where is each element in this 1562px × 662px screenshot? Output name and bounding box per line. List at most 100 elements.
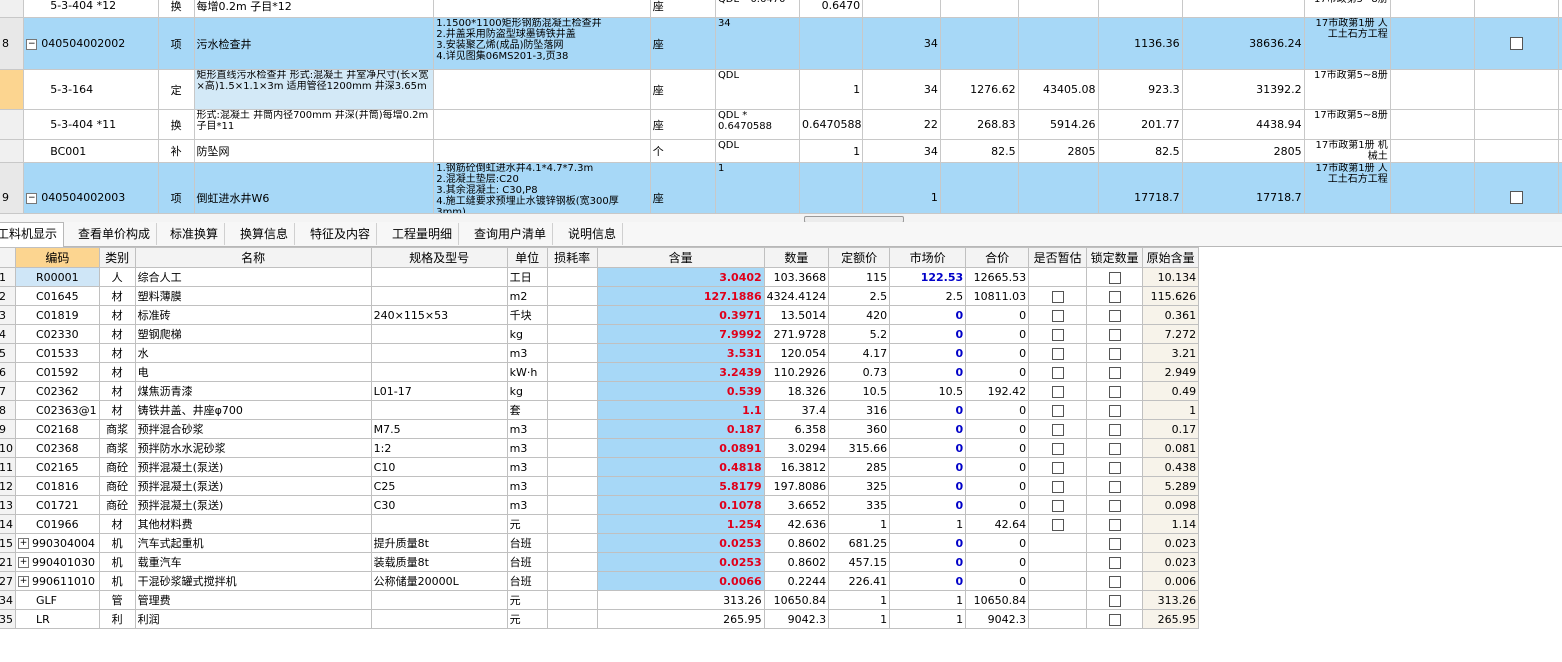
tab-6[interactable]: 工程量明细 [386, 223, 460, 245]
tab-3[interactable]: 标准换算 [164, 223, 226, 245]
tab-8[interactable]: 说明信息 [562, 223, 624, 245]
content-qty[interactable]: 7.9992 [596, 324, 765, 344]
content-qty[interactable]: 0.3971 [596, 305, 765, 325]
provisional-checkbox[interactable] [1051, 518, 1064, 531]
content-qty[interactable]: 3.2439 [596, 362, 765, 382]
resource-row[interactable]: 15 +990304004 机汽车式起重机 提升质量8t 台班 0.0253 0.8602 6… [0, 533, 1200, 553]
content-qty[interactable]: 265.95 [596, 609, 765, 629]
content-qty[interactable]: 3.0402 [596, 267, 765, 287]
bill-row[interactable]: 9−040504002003 项倒虹进水井W6 1.钢筋砼倒虹进水井4.1*4.7*… [0, 162, 1562, 213]
provisional-checkbox[interactable] [1051, 347, 1064, 360]
content-qty[interactable]: 0.0066 [596, 571, 765, 591]
lock-qty-checkbox[interactable] [1108, 480, 1121, 493]
market-price[interactable]: 0 [889, 343, 967, 363]
loss-rate[interactable] [546, 400, 598, 420]
lock-qty-checkbox[interactable] [1108, 518, 1121, 531]
market-price[interactable]: 0 [889, 571, 967, 591]
expand-icon[interactable]: + [18, 557, 29, 568]
provisional-checkbox[interactable] [1051, 385, 1064, 398]
loss-rate[interactable] [546, 267, 598, 287]
bill-row[interactable]: 5-3-164 定矩形直线污水检查井 形式:混凝土 井室净尺寸(长×宽×高)1.5… [0, 69, 1562, 110]
market-price[interactable]: 0 [889, 552, 967, 572]
resource-code[interactable]: C02330 [15, 324, 100, 344]
resource-code[interactable]: C01592 [15, 362, 100, 382]
bill-row[interactable]: 5-3-404 *11 换形式:混凝土 井筒内径700mm 井深(井筒)每增0.2… [0, 109, 1562, 140]
loss-rate[interactable] [546, 362, 598, 382]
loss-rate[interactable] [546, 381, 598, 401]
loss-rate[interactable] [546, 419, 598, 439]
loss-rate[interactable] [546, 609, 598, 629]
bill-row[interactable]: 8−040504002002 项污水检查井 1.1500*1100矩形钢筋混凝土检查… [0, 17, 1562, 70]
lock-qty-checkbox[interactable] [1108, 385, 1121, 398]
market-price[interactable]: 0 [889, 438, 967, 458]
column-header[interactable]: 类别 [98, 247, 136, 268]
tab-5[interactable]: 特征及内容 [304, 223, 378, 245]
provisional-checkbox[interactable] [1051, 461, 1064, 474]
content-qty[interactable]: 3.531 [596, 343, 765, 363]
market-price[interactable]: 0 [889, 400, 967, 420]
loss-rate[interactable] [546, 438, 598, 458]
column-header[interactable]: 市场价 [889, 247, 967, 268]
column-header[interactable]: 定额价 [828, 247, 891, 268]
resource-row[interactable]: 2C01645材塑料薄膜m2127.18864324.41242.52.5108… [0, 286, 1200, 306]
content-qty[interactable]: 127.1886 [596, 286, 765, 306]
resource-code[interactable]: +990611010 [15, 571, 100, 591]
resource-code[interactable]: C01645 [15, 286, 100, 306]
resource-row[interactable]: 12 C01816 商砼 预拌混凝土(泵送) C25 m3 5.8179 197.8086 32… [0, 476, 1200, 496]
loss-rate[interactable] [546, 495, 598, 515]
resource-row[interactable]: 27 +990611010 机干混砂浆罐式搅拌机 公称储量20000L 台班 0.0066… [0, 571, 1200, 591]
expand-icon[interactable]: + [18, 576, 29, 587]
column-header[interactable]: 原始含量 [1142, 247, 1200, 268]
lock-qty-checkbox[interactable] [1108, 594, 1121, 607]
resource-code[interactable]: C02362 [15, 381, 100, 401]
resource-row[interactable]: 7C02362材煤焦沥青漆L01-17kg0.53918.32610.510.5… [0, 381, 1200, 401]
lock-qty-checkbox[interactable] [1108, 556, 1121, 569]
column-header[interactable]: 名称 [134, 247, 372, 268]
resource-code[interactable]: C01816 [15, 476, 100, 496]
loss-rate[interactable] [546, 286, 598, 306]
resource-code[interactable]: +990304004 [15, 533, 100, 553]
market-price[interactable]: 122.53 [889, 267, 967, 287]
resource-code[interactable]: R00001 [15, 267, 100, 287]
provisional-checkbox[interactable] [1051, 328, 1064, 341]
column-header[interactable]: 损耗率 [546, 247, 598, 268]
loss-rate[interactable] [546, 324, 598, 344]
loss-rate[interactable] [546, 476, 598, 496]
provisional-checkbox[interactable] [1051, 423, 1064, 436]
column-header[interactable]: 合价 [965, 247, 1030, 268]
provisional-checkbox[interactable] [1051, 404, 1064, 417]
resource-code[interactable]: C01966 [15, 514, 100, 534]
market-price[interactable]: 0 [889, 419, 967, 439]
content-qty[interactable]: 0.0253 [596, 533, 765, 553]
column-header[interactable]: 编码 [15, 247, 100, 268]
resource-row[interactable]: 10 C02368 商浆 预拌防水水泥砂浆 1:2 m3 0.0891 3.0294 315.6… [0, 438, 1200, 458]
tab-4[interactable]: 换算信息 [234, 223, 296, 245]
content-qty[interactable]: 0.4818 [596, 457, 765, 477]
expand-icon[interactable]: + [18, 538, 29, 549]
market-price[interactable]: 0 [889, 457, 967, 477]
tab-1[interactable]: 工料机显示 [0, 222, 65, 248]
resource-code[interactable]: LR [15, 609, 100, 629]
market-price[interactable]: 0 [889, 305, 967, 325]
column-header[interactable]: 含量 [596, 247, 765, 268]
market-price[interactable]: 0 [889, 324, 967, 344]
loss-rate[interactable] [546, 552, 598, 572]
column-header[interactable]: 规格及型号 [370, 247, 508, 268]
provisional-checkbox[interactable] [1051, 290, 1064, 303]
column-header[interactable]: 是否暂估 [1028, 247, 1088, 268]
lock-qty-checkbox[interactable] [1108, 366, 1121, 379]
market-price[interactable]: 10.5 [889, 381, 967, 401]
content-qty[interactable]: 0.1078 [596, 495, 765, 515]
provisional-checkbox[interactable] [1051, 442, 1064, 455]
market-price[interactable]: 1 [889, 590, 967, 610]
provisional-checkbox[interactable] [1051, 309, 1064, 322]
tab-2[interactable]: 查看单价构成 [72, 223, 158, 245]
provisional-checkbox[interactable] [1051, 480, 1064, 493]
resource-code[interactable]: GLF [15, 590, 100, 610]
resource-row[interactable]: 14 C01966 材其他材料费元 1.254 42.636 1 1 42.64 1.14 [0, 514, 1200, 534]
lock-qty-checkbox[interactable] [1108, 537, 1121, 550]
loss-rate[interactable] [546, 514, 598, 534]
resource-row[interactable]: 13 C01721 商砼 预拌混凝土(泵送) C30 m3 0.1078 3.6652 335 0… [0, 495, 1200, 515]
resource-row[interactable]: 35 LR 利利润元 265.95 9042.3 1 1 9042.3 265.95 [0, 609, 1200, 629]
column-header[interactable]: 锁定数量 [1086, 247, 1144, 268]
